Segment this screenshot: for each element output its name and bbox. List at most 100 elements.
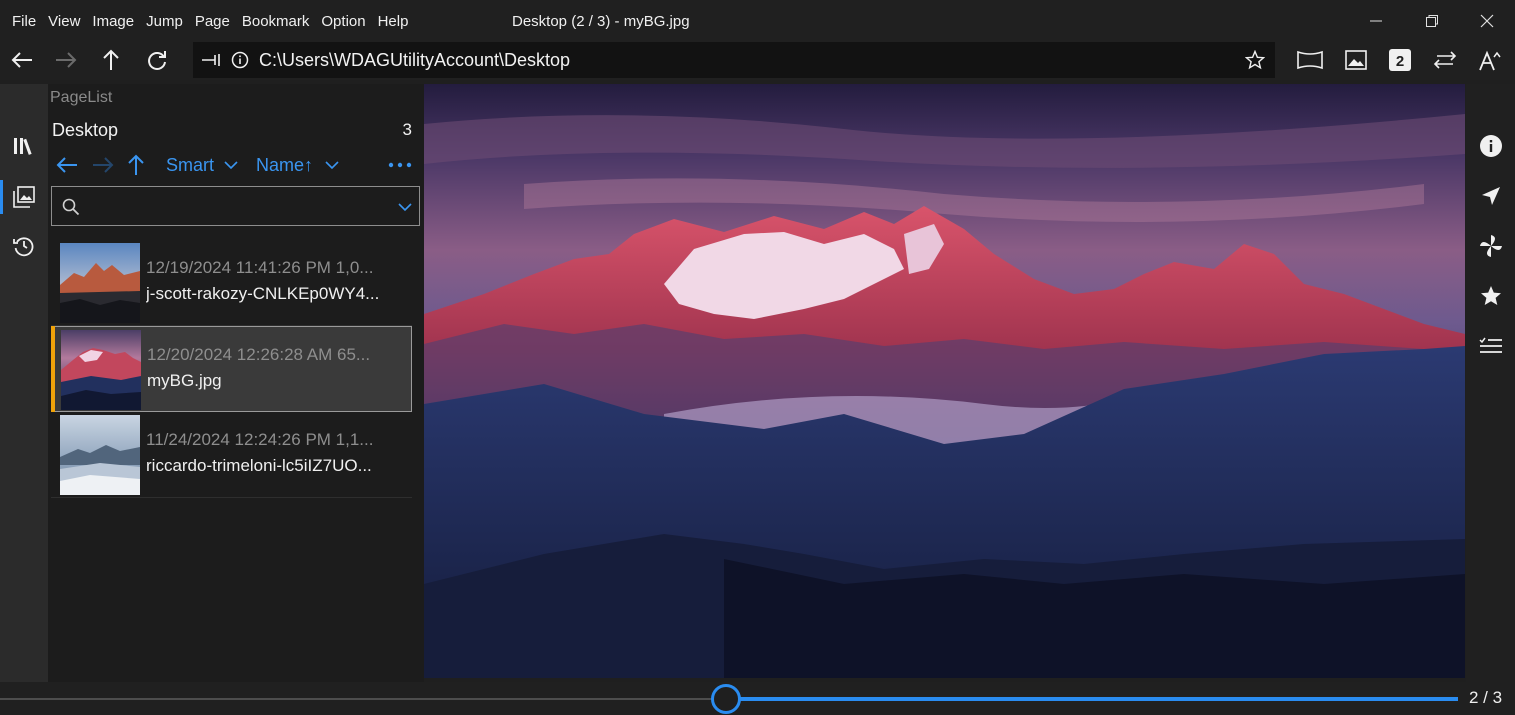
page-mode-button[interactable] [1290, 42, 1330, 78]
menu-view[interactable]: View [48, 13, 80, 30]
chevron-down-icon [224, 161, 238, 170]
list-item-selected[interactable]: 12/20/2024 12:26:28 AM 65... myBG.jpg [51, 326, 412, 412]
minimize-button[interactable] [1352, 6, 1400, 36]
window-title: Desktop (2 / 3) - myBG.jpg [512, 13, 690, 30]
page-indicator: 2 / 3 [1469, 688, 1503, 707]
list-item[interactable]: 12/19/2024 11:41:26 PM 1,0... j-scott-ra… [51, 240, 412, 326]
history-icon [13, 237, 34, 257]
left-sidebar [0, 84, 48, 682]
pinwheel-icon [1479, 235, 1502, 257]
folder-title: Desktop [52, 120, 119, 140]
image-icon [1345, 50, 1367, 70]
bookmark-button[interactable] [1466, 276, 1515, 316]
library-icon [14, 138, 32, 155]
menu-page[interactable]: Page [195, 13, 230, 30]
arrow-up-icon [103, 49, 119, 70]
effect-button[interactable] [1466, 226, 1515, 266]
menu-image[interactable]: Image [92, 13, 134, 30]
pictures-icon [13, 186, 35, 208]
pin-icon [202, 54, 220, 66]
item-name: j-scott-rakozy-CNLKEp0WY4... [146, 284, 380, 303]
arrow-right-icon [93, 157, 114, 173]
refresh-button[interactable] [137, 42, 177, 78]
star-icon [1480, 286, 1501, 305]
info-circle-icon [231, 51, 249, 69]
search-box[interactable] [51, 186, 420, 226]
app-window: File View Image Jump Page Bookmark Optio… [0, 0, 1515, 715]
font-size-button[interactable] [1470, 42, 1510, 78]
slider-track-right [726, 697, 1458, 701]
item-meta: 12/19/2024 11:41:26 PM 1,0... [146, 258, 374, 277]
pagemark-list-button[interactable] [1466, 326, 1515, 366]
page-list: 12/19/2024 11:41:26 PM 1,0... j-scott-ra… [51, 240, 412, 498]
pagelist-panel: PageList Desktop 3 Smart Name↑ 12/19/202… [48, 84, 424, 682]
restore-button[interactable] [1408, 6, 1456, 36]
list-check-icon [1478, 337, 1502, 353]
forward-button[interactable] [46, 42, 86, 78]
panel-toolbar: Smart Name↑ [54, 152, 418, 178]
mountain-thumbnail-image [61, 330, 141, 410]
minimize-icon [1370, 20, 1382, 22]
item-meta: 11/24/2024 12:24:26 PM 1,1... [146, 430, 374, 449]
navigate-arrow-icon [1481, 187, 1500, 205]
sort-key-label: Name↑ [256, 154, 314, 175]
arrow-right-icon [56, 52, 77, 68]
title-bar: File View Image Jump Page Bookmark Optio… [0, 0, 1515, 42]
panel-forward-button[interactable] [92, 152, 118, 178]
menu-help[interactable]: Help [378, 13, 409, 30]
panel-up-button[interactable] [126, 152, 152, 178]
single-image-button[interactable] [1336, 42, 1376, 78]
navigator-button[interactable] [1466, 176, 1515, 216]
mountain-thumbnail-image [60, 243, 140, 323]
image-viewer[interactable] [424, 84, 1465, 678]
item-name: riccardo-trimeloni-lc5iIZ7UO... [146, 456, 372, 475]
sort-key-dropdown[interactable]: Name↑ [256, 152, 339, 178]
two-page-icon: 2 [1389, 49, 1411, 71]
panel-back-button[interactable] [56, 152, 82, 178]
arrow-left-icon [11, 52, 32, 68]
chevron-down-icon[interactable] [398, 202, 412, 212]
more-options-button[interactable] [388, 152, 412, 178]
panel-label: PageList [50, 89, 113, 106]
list-item[interactable]: 11/24/2024 12:24:26 PM 1,1... riccardo-t… [51, 412, 412, 498]
item-count: 3 [402, 120, 412, 139]
page-slider-thumb[interactable] [711, 684, 741, 714]
font-size-icon [1479, 50, 1501, 71]
item-name: myBG.jpg [147, 371, 222, 390]
swap-direction-button[interactable] [1425, 42, 1465, 78]
more-dots-icon [388, 162, 412, 168]
close-button[interactable] [1463, 6, 1511, 36]
swap-arrows-icon [1433, 51, 1457, 69]
svg-text:2: 2 [1396, 53, 1404, 70]
back-button[interactable] [2, 42, 42, 78]
up-button[interactable] [91, 42, 131, 78]
info-icon [1479, 135, 1502, 157]
menu-file[interactable]: File [12, 13, 36, 30]
two-page-button[interactable]: 2 [1380, 42, 1420, 78]
information-button[interactable] [1466, 126, 1515, 166]
library-button[interactable] [0, 126, 48, 166]
close-icon [1480, 14, 1494, 28]
pagelist-button[interactable] [0, 177, 48, 217]
star-outline-icon[interactable] [1245, 50, 1265, 70]
address-bar[interactable]: C:\Users\WDAGUtilityAccount\Desktop [193, 42, 1275, 78]
search-icon [62, 198, 80, 216]
menu-jump[interactable]: Jump [146, 13, 183, 30]
book-open-icon [1297, 50, 1323, 70]
page-slider-bar: 2 / 3 [0, 682, 1515, 715]
right-sidebar [1466, 84, 1515, 682]
sort-mode-label: Smart [166, 154, 215, 175]
arrow-up-icon [128, 154, 144, 175]
restore-icon [1426, 15, 1438, 27]
refresh-icon [148, 51, 166, 70]
mountain-sunset-image [424, 84, 1465, 678]
sort-mode-dropdown[interactable]: Smart [166, 152, 238, 178]
thumbnail [61, 330, 141, 410]
menu-option[interactable]: Option [321, 13, 365, 30]
menu-bookmark[interactable]: Bookmark [242, 13, 310, 30]
address-path: C:\Users\WDAGUtilityAccount\Desktop [259, 50, 571, 70]
history-button[interactable] [0, 226, 48, 266]
chevron-down-icon [325, 161, 339, 170]
slider-track-left [0, 698, 726, 700]
item-meta: 12/20/2024 12:26:28 AM 65... [147, 345, 371, 364]
